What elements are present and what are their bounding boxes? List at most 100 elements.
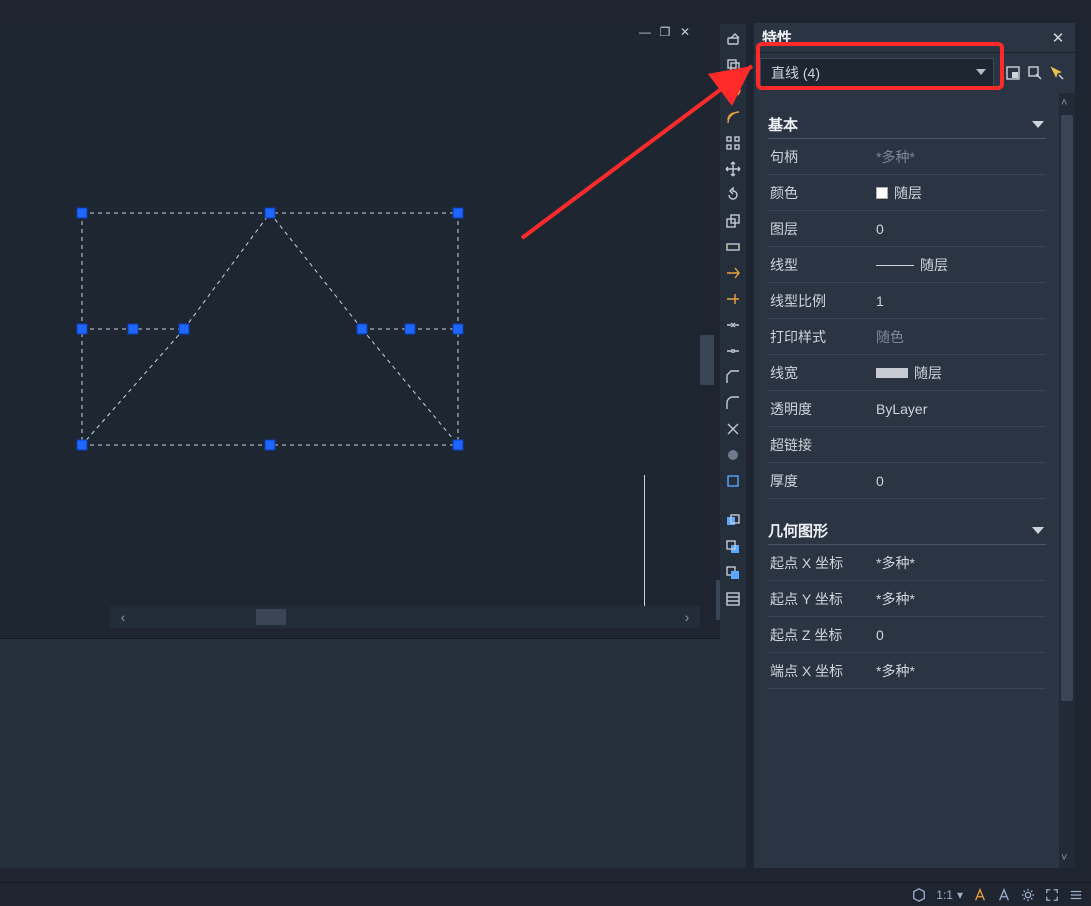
property-row[interactable]: 图层0 bbox=[768, 211, 1046, 247]
property-row[interactable]: 起点 Z 坐标0 bbox=[768, 617, 1046, 653]
property-value[interactable]: *多种* bbox=[876, 589, 1046, 609]
section-header[interactable]: 几何图形 bbox=[768, 517, 1046, 545]
array-icon[interactable] bbox=[722, 132, 744, 154]
selection-grip[interactable] bbox=[128, 324, 138, 334]
scale-icon[interactable] bbox=[722, 210, 744, 232]
property-label: 透明度 bbox=[768, 399, 876, 419]
property-row[interactable]: 打印样式随色 bbox=[768, 319, 1046, 355]
property-value[interactable]: *多种* bbox=[876, 147, 1046, 167]
property-value[interactable]: *多种* bbox=[876, 661, 1046, 681]
property-value[interactable]: ByLayer bbox=[876, 401, 1046, 417]
drawing-viewport[interactable]: — ❐ ✕ bbox=[0, 25, 698, 628]
property-row[interactable]: 颜色随层 bbox=[768, 175, 1046, 211]
property-row[interactable]: 透明度ByLayer bbox=[768, 391, 1046, 427]
property-value[interactable]: 0 bbox=[876, 221, 1046, 237]
hatch-front-icon[interactable] bbox=[722, 588, 744, 610]
linetype-preview-icon bbox=[876, 261, 914, 269]
viewport-vscroll-thumb[interactable] bbox=[700, 335, 714, 385]
property-label: 起点 Z 坐标 bbox=[768, 625, 876, 645]
extend-icon[interactable] bbox=[722, 288, 744, 310]
properties-scroll-down[interactable]: ˅ bbox=[1061, 852, 1067, 864]
property-row[interactable]: 超链接 bbox=[768, 427, 1046, 463]
property-value[interactable]: *多种* bbox=[876, 553, 1046, 573]
selection-grip[interactable] bbox=[77, 440, 87, 450]
toggle-pip-icon[interactable] bbox=[1004, 64, 1022, 82]
properties-scroll-thumb[interactable] bbox=[1061, 115, 1073, 701]
viewport-horizontal-scrollbar[interactable]: ‹ › bbox=[110, 606, 700, 628]
bring-front-icon[interactable] bbox=[722, 510, 744, 532]
trim-icon[interactable] bbox=[722, 262, 744, 284]
explode-icon[interactable] bbox=[722, 418, 744, 440]
properties-scrollbar[interactable]: ˄ ˅ bbox=[1059, 93, 1075, 868]
status-model-icon[interactable] bbox=[912, 888, 926, 902]
properties-panel: 特性 ✕ 直线 (4) 基本句柄*多种*颜色随层图层0线型随层线型比例1打印样式… bbox=[754, 23, 1075, 868]
selection-grip[interactable] bbox=[453, 324, 463, 334]
property-value[interactable]: 0 bbox=[876, 473, 1046, 489]
drawing-canvas[interactable] bbox=[0, 25, 698, 628]
section-header[interactable]: 基本 bbox=[768, 111, 1046, 139]
hscroll-left-button[interactable]: ‹ bbox=[110, 606, 136, 628]
property-value[interactable]: 0 bbox=[876, 627, 1046, 643]
selection-grip[interactable] bbox=[265, 440, 275, 450]
status-annotation-a-icon[interactable] bbox=[973, 888, 987, 902]
chamfer-icon[interactable] bbox=[722, 366, 744, 388]
caret-down-icon: ▾ bbox=[957, 888, 963, 902]
property-value[interactable]: 随层 bbox=[876, 183, 1046, 203]
selection-grip[interactable] bbox=[179, 324, 189, 334]
selection-grip[interactable] bbox=[453, 208, 463, 218]
property-row[interactable]: 起点 Y 坐标*多种* bbox=[768, 581, 1046, 617]
property-row[interactable]: 厚度0 bbox=[768, 463, 1046, 499]
command-console[interactable]: ˄ ˅ bbox=[0, 638, 745, 868]
erase-icon[interactable] bbox=[722, 28, 744, 50]
move-icon[interactable] bbox=[722, 158, 744, 180]
status-menu-icon[interactable] bbox=[1069, 888, 1083, 902]
property-label: 起点 X 坐标 bbox=[768, 553, 876, 573]
selection-grip[interactable] bbox=[77, 208, 87, 218]
property-row[interactable]: 线型随层 bbox=[768, 247, 1046, 283]
section-title: 几何图形 bbox=[768, 520, 1032, 541]
status-fullscreen-icon[interactable] bbox=[1045, 888, 1059, 902]
property-value[interactable]: 1 bbox=[876, 293, 1046, 309]
properties-panel-header[interactable]: 特性 ✕ bbox=[754, 23, 1075, 53]
offset-icon[interactable] bbox=[722, 106, 744, 128]
selection-grip[interactable] bbox=[77, 324, 87, 334]
property-row[interactable]: 端点 X 坐标*多种* bbox=[768, 653, 1046, 689]
stretch-icon[interactable] bbox=[722, 236, 744, 258]
mirror-icon[interactable] bbox=[722, 80, 744, 102]
status-scale[interactable]: 1:1▾ bbox=[936, 888, 963, 902]
property-row[interactable]: 句柄*多种* bbox=[768, 139, 1046, 175]
property-row[interactable]: 线型比例1 bbox=[768, 283, 1046, 319]
viewport-vertical-scrollbar[interactable] bbox=[698, 25, 716, 628]
hscroll-thumb[interactable] bbox=[256, 609, 286, 625]
selection-grip[interactable] bbox=[265, 208, 275, 218]
property-value[interactable]: 随层 bbox=[876, 255, 1046, 275]
property-label: 打印样式 bbox=[768, 327, 876, 347]
bring-above-icon[interactable] bbox=[722, 562, 744, 584]
property-row[interactable]: 起点 X 坐标*多种* bbox=[768, 545, 1046, 581]
chevron-down-icon bbox=[1032, 121, 1044, 128]
selection-grip[interactable] bbox=[357, 324, 367, 334]
send-back-icon[interactable] bbox=[722, 536, 744, 558]
region-icon[interactable] bbox=[722, 470, 744, 492]
join-icon[interactable] bbox=[722, 340, 744, 362]
property-label: 端点 X 坐标 bbox=[768, 661, 876, 681]
property-value[interactable]: 随色 bbox=[876, 327, 1046, 347]
rotate-icon[interactable] bbox=[722, 184, 744, 206]
point-icon[interactable] bbox=[722, 444, 744, 466]
quick-select-icon[interactable] bbox=[1048, 64, 1066, 82]
selection-grip[interactable] bbox=[405, 324, 415, 334]
object-type-selector[interactable]: 直线 (4) bbox=[760, 58, 994, 88]
hscroll-right-button[interactable]: › bbox=[674, 606, 700, 628]
copy-icon[interactable] bbox=[722, 54, 744, 76]
property-value[interactable]: 随层 bbox=[876, 363, 1046, 383]
status-annotation-b-icon[interactable] bbox=[997, 888, 1011, 902]
status-settings-icon[interactable] bbox=[1021, 888, 1035, 902]
properties-panel-close-button[interactable]: ✕ bbox=[1049, 29, 1067, 47]
hscroll-track[interactable] bbox=[136, 606, 674, 628]
property-row[interactable]: 线宽随层 bbox=[768, 355, 1046, 391]
fillet-icon[interactable] bbox=[722, 392, 744, 414]
select-object-icon[interactable] bbox=[1026, 64, 1044, 82]
properties-scroll-up[interactable]: ˄ bbox=[1061, 97, 1067, 109]
break-icon[interactable] bbox=[722, 314, 744, 336]
selection-grip[interactable] bbox=[453, 440, 463, 450]
